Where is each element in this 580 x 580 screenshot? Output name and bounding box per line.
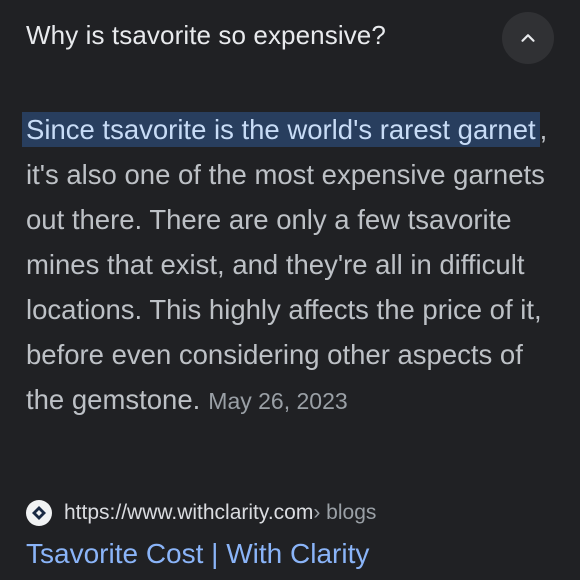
- faq-question-row[interactable]: Why is tsavorite so expensive?: [0, 0, 580, 80]
- answer-body: , it's also one of the most expensive ga…: [26, 114, 548, 415]
- source-citation[interactable]: https://www.withclarity.com › blogs: [26, 498, 376, 528]
- answer-date: May 26, 2023: [208, 388, 348, 414]
- chevron-up-icon: [521, 34, 535, 42]
- highlighted-answer: Since tsavorite is the world's rarest ga…: [22, 112, 540, 147]
- question-title[interactable]: Why is tsavorite so expensive?: [26, 20, 386, 51]
- source-url[interactable]: https://www.withclarity.com: [64, 501, 313, 525]
- collapse-button[interactable]: [502, 12, 554, 64]
- answer-snippet: Since tsavorite is the world's rarest ga…: [22, 107, 556, 424]
- withclarity-logo-icon: [26, 500, 52, 526]
- source-breadcrumb: › blogs: [313, 501, 377, 524]
- result-title-link[interactable]: Tsavorite Cost | With Clarity: [26, 538, 369, 570]
